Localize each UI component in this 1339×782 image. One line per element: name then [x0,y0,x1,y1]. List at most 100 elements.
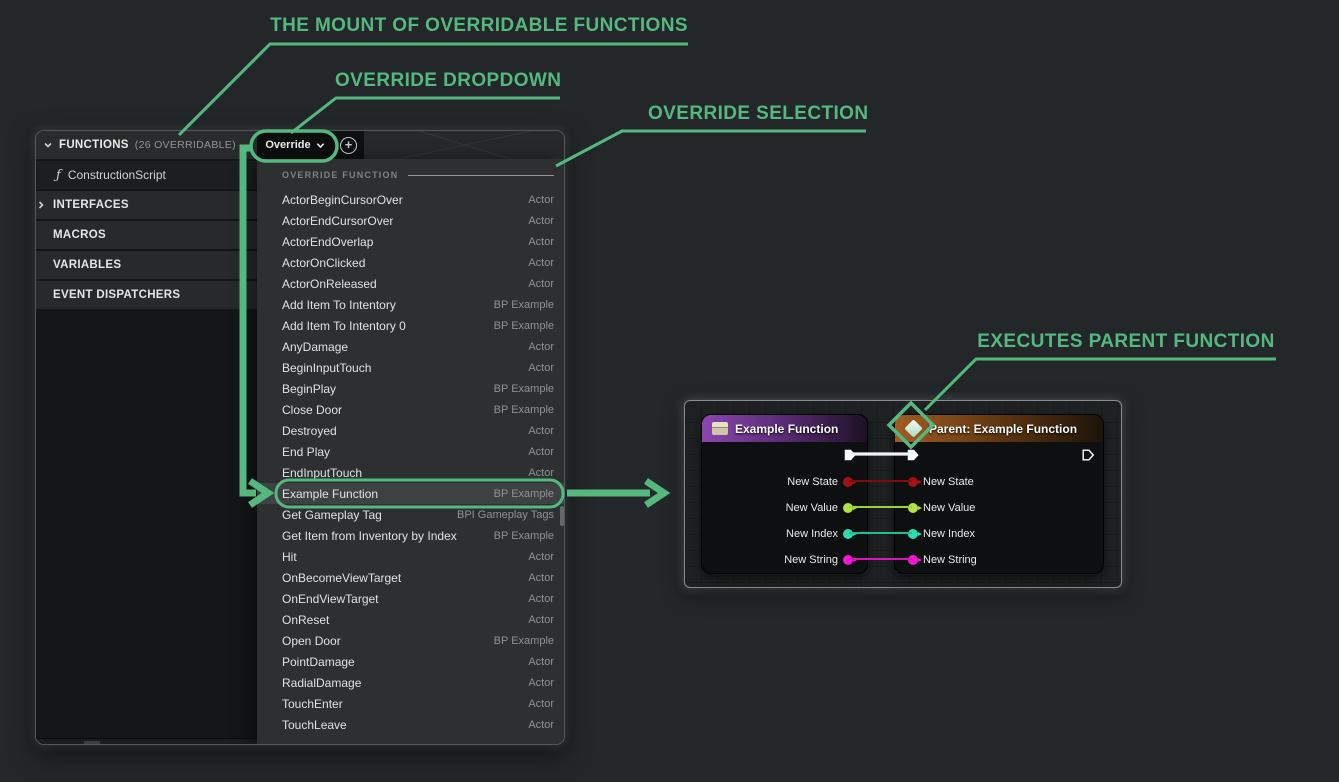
annotation-dropdown-leader-line [291,98,560,133]
dropdown-item-category: Actor [528,278,554,290]
dropdown-item-category: Actor [528,257,554,269]
annotation-selection-label: OVERRIDE SELECTION [648,103,868,125]
dropdown-item-category: BP Example [494,383,554,395]
dropdown-item-actorendoverlap[interactable]: ActorEndOverlapActor [257,231,565,252]
dropdown-item-name: End Play [282,445,528,459]
dropdown-item-touchenter[interactable]: TouchEnterActor [257,693,565,714]
data-pin-icon[interactable] [908,555,918,565]
chevron-down-icon [43,140,53,150]
dropdown-item-add-item-to-intentory[interactable]: Add Item To IntentoryBP Example [257,294,565,315]
pin-new-index-out[interactable]: New Index [786,524,853,544]
sidebar-empty-area [36,309,257,738]
dropdown-item-add-item-to-intentory-0[interactable]: Add Item To Intentory 0BP Example [257,315,565,336]
dropdown-item-begininputtouch[interactable]: BeginInputTouchActor [257,357,565,378]
dropdown-item-close-door[interactable]: Close DoorBP Example [257,399,565,420]
dropdown-item-category: Actor [528,572,554,584]
example-function-node-header[interactable]: Example Function [702,415,867,442]
dropdown-item-category: Actor [528,446,554,458]
dropdown-item-name: Add Item To Intentory [282,298,494,312]
annotation-selection-leader-line [556,131,866,166]
dropdown-item-radialdamage[interactable]: RadialDamageActor [257,672,565,693]
dropdown-item-actoronclicked[interactable]: ActorOnClickedActor [257,252,565,273]
data-pin-icon[interactable] [908,503,918,513]
dropdown-item-name: EndInputTouch [282,466,528,480]
dropdown-item-endinputtouch[interactable]: EndInputTouchActor [257,462,565,483]
dropdown-item-actoronreleased[interactable]: ActorOnReleasedActor [257,273,565,294]
dropdown-item-hit[interactable]: HitActor [257,546,565,567]
dropdown-item-name: Hit [282,550,528,564]
function-icon: ƒ [56,168,61,183]
dropdown-item-category: BP Example [494,635,554,647]
resize-grip [84,741,100,744]
dropdown-item-category: Actor [528,698,554,710]
dropdown-item-example-function[interactable]: Example FunctionBP Example [257,483,565,504]
dropdown-item-name: PointDamage [282,655,528,669]
sidebar-item-macros[interactable]: MACROS [36,221,257,249]
dropdown-item-name: Open Door [282,634,494,648]
dropdown-item-actorbegincursorover[interactable]: ActorBeginCursorOverActor [257,189,565,210]
dropdown-item-get-gameplay-tag[interactable]: Get Gameplay TagBPI Gameplay Tags [257,504,565,525]
sidebar-item-variables[interactable]: VARIABLES [36,251,257,279]
pin-new-string-out[interactable]: New String [784,550,853,570]
dropdown-item-destroyed[interactable]: DestroyedActor [257,420,565,441]
dropdown-item-end-play[interactable]: End PlayActor [257,441,565,462]
pin-label: New State [787,476,838,488]
pin-label: New State [923,476,974,488]
dropdown-item-beginplay[interactable]: BeginPlayBP Example [257,378,565,399]
dropdown-item-pointdamage[interactable]: PointDamageActor [257,651,565,672]
parent-example-function-node[interactable]: Parent: Example Function New State New Va… [894,414,1104,574]
dropdown-item-category: Actor [528,215,554,227]
dropdown-item-open-door[interactable]: Open DoorBP Example [257,630,565,651]
dropdown-section-header: OVERRIDE FUNCTION [257,159,565,180]
dropdown-item-category: BP Example [494,320,554,332]
dropdown-item-onendviewtarget[interactable]: OnEndViewTargetActor [257,588,565,609]
dropdown-item-onreset[interactable]: OnResetActor [257,609,565,630]
dropdown-item-name: ActorEndOverlap [282,235,528,249]
dropdown-item-category: Actor [528,551,554,563]
dropdown-header-label: OVERRIDE FUNCTION [282,170,398,180]
dropdown-item-name: OnReset [282,613,528,627]
parent-node-header[interactable]: Parent: Example Function [895,415,1103,442]
example-function-node[interactable]: Example Function New State New Value New I… [701,414,868,574]
dropdown-item-category: Actor [528,656,554,668]
data-pin-icon[interactable] [843,529,853,539]
dropdown-scrollbar-thumb[interactable] [560,506,564,526]
exec-pin-in-icon[interactable] [906,448,920,462]
dropdown-item-category: Actor [528,614,554,626]
add-function-button[interactable]: + [340,137,357,154]
pin-new-state-out[interactable]: New State [787,472,853,492]
sidebar-item-constructionscript[interactable]: ƒ ConstructionScript [36,161,257,189]
pin-label: New Index [786,528,838,540]
arrow-head-icon [646,481,664,505]
dropdown-item-category: Actor [528,425,554,437]
pin-new-string-in[interactable]: New String [908,550,977,570]
dropdown-item-touchleave[interactable]: TouchLeaveActor [257,714,565,735]
data-pin-icon[interactable] [843,477,853,487]
example-function-node-title: Example Function [735,422,838,436]
dropdown-item-anydamage[interactable]: AnyDamageActor [257,336,565,357]
dropdown-item-name: BeginPlay [282,382,494,396]
override-dropdown-button[interactable]: Override [258,134,332,156]
data-pin-icon[interactable] [908,477,918,487]
data-pin-icon[interactable] [908,529,918,539]
pin-new-index-in[interactable]: New Index [908,524,975,544]
dropdown-item-actorendcursorover[interactable]: ActorEndCursorOverActor [257,210,565,231]
dropdown-item-get-item-from-inventory-by-index[interactable]: Get Item from Inventory by IndexBP Examp… [257,525,565,546]
functions-category-header[interactable]: FUNCTIONS (26 OVERRIDABLE) [36,131,257,159]
dropdown-item-category: Actor [528,236,554,248]
dropdown-item-name: AnyDamage [282,340,528,354]
exec-pin-out-icon[interactable] [843,448,857,462]
blueprint-graph-canvas[interactable]: Example Function New State New Value New I… [684,400,1122,588]
data-pin-icon[interactable] [843,503,853,513]
pin-new-value-out[interactable]: New Value [786,498,853,518]
exec-pin-out-hollow-icon[interactable] [1081,448,1095,462]
pin-new-state-in[interactable]: New State [908,472,974,492]
pin-new-value-in[interactable]: New Value [908,498,975,518]
macros-label: MACROS [53,229,106,241]
sidebar-item-interfaces[interactable]: INTERFACES [36,191,257,219]
dropdown-item-category: Actor [528,677,554,689]
chevron-right-icon [36,200,46,210]
data-pin-icon[interactable] [843,555,853,565]
dropdown-item-onbecomeviewtarget[interactable]: OnBecomeViewTargetActor [257,567,565,588]
sidebar-item-event-dispatchers[interactable]: EVENT DISPATCHERS [36,281,257,309]
